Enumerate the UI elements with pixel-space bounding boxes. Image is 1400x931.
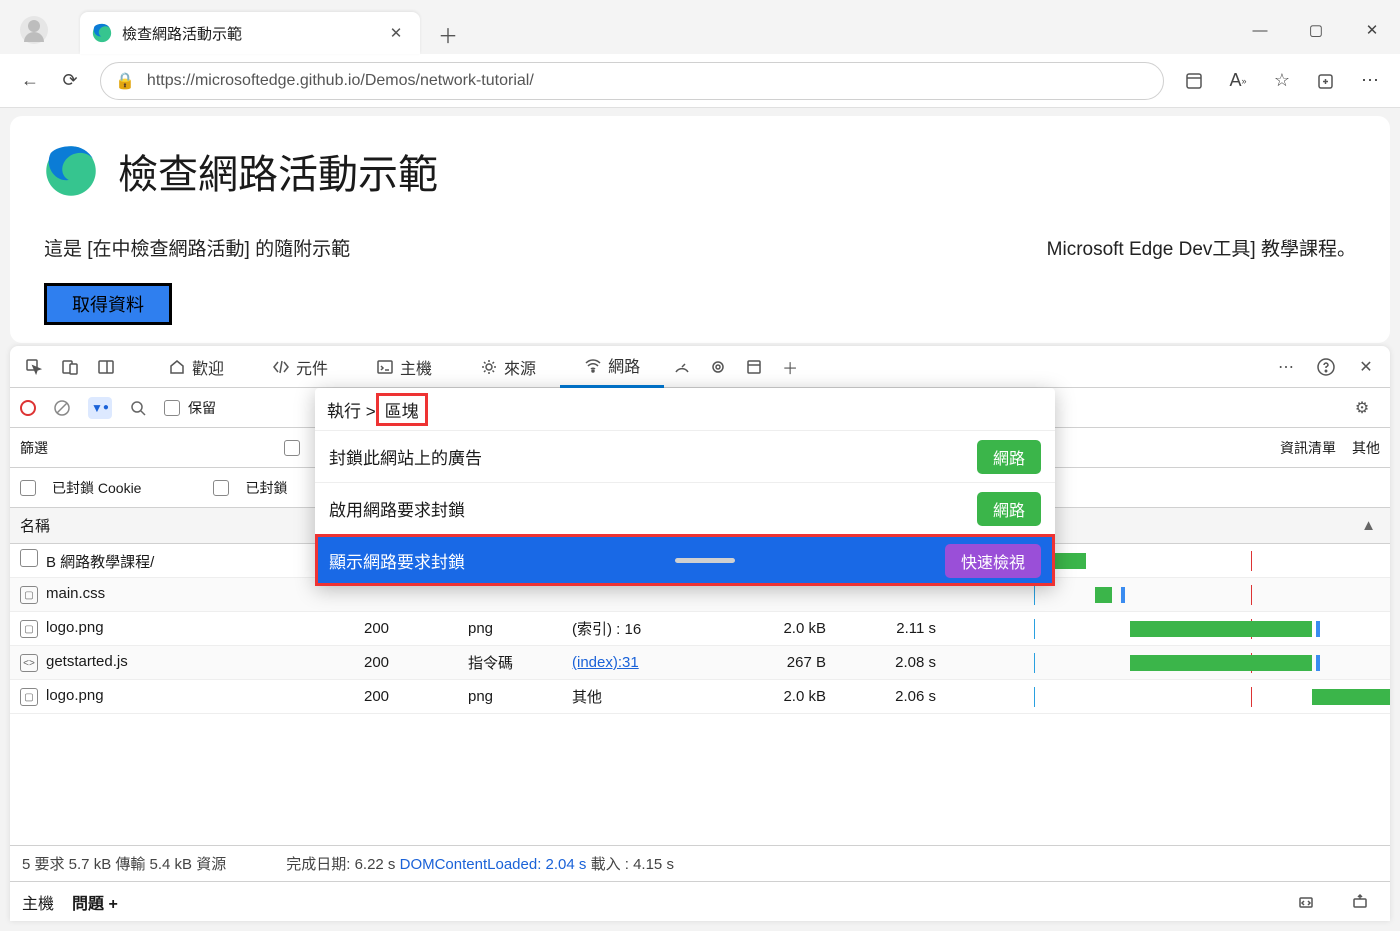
table-row[interactable]: ▢logo.png200png(索引) : 162.0 kB2.11 s [10,612,1390,646]
elements-tab[interactable]: 元件 [248,346,352,388]
preserve-log-checkbox[interactable] [164,400,180,416]
app-available-icon[interactable] [1174,61,1214,101]
status-requests: 5 要求 5.7 kB 傳輸 5.4 kB 資源 [22,853,226,874]
window-controls: — ▢ ✕ [1232,10,1400,50]
url-field[interactable]: 🔒 https://microsoftedge.github.io/Demos/… [100,62,1164,100]
network-settings-button[interactable]: ⚙ [1344,390,1380,426]
filter-toggle[interactable]: ▼● [88,397,112,419]
welcome-tab[interactable]: 歡迎 [144,346,248,388]
tab-close-button[interactable]: ✕ [382,19,410,47]
file-icon: <> [20,654,38,672]
drawer-collapse-icon[interactable] [1342,884,1378,920]
search-button[interactable] [120,390,156,426]
col-name[interactable]: 名稱 [10,515,364,536]
tab-title: 檢查網路活動示範 [122,23,382,44]
back-button[interactable]: ← [10,61,50,101]
other-filter-label[interactable]: 其他 [1352,438,1380,458]
minimize-button[interactable]: — [1232,10,1288,50]
lock-icon: 🔒 [115,71,135,91]
browser-titlebar: 檢查網路活動示範 ✕ ＋ — ▢ ✕ [0,0,1400,54]
command-menu-query-highlight: 區塊 [376,393,428,426]
drawer-expand-icon[interactable] [1288,884,1324,920]
network-status-bar: 5 要求 5.7 kB 傳輸 5.4 kB 資源 完成日期: 6.22 s DO… [10,845,1390,881]
file-icon: ▢ [20,620,38,638]
collections-icon[interactable] [1306,61,1346,101]
get-data-button[interactable]: 取得資料 [44,283,172,325]
file-icon: ▢ [20,688,38,706]
command-menu-item[interactable]: 封鎖此網站上的廣告網路 [315,430,1055,482]
command-menu: 執行 > 區塊 封鎖此網站上的廣告網路啟用網路要求封鎖網路顯示網路要求封鎖快速檢… [315,388,1055,586]
more-tools-button[interactable]: ⋯ [1268,349,1304,385]
edge-icon [92,23,112,43]
devtools-drawer: 主機 問題 + [10,881,1390,921]
command-category-pill: 網路 [977,440,1041,474]
close-devtools-button[interactable]: ✕ [1348,349,1384,385]
drawer-issues-tab[interactable]: 問題 + [72,890,118,914]
command-menu-item[interactable]: 顯示網路要求封鎖快速檢視 [315,534,1055,586]
page-text-left: 這是 [在中檢查網路活動] 的隨附示範 [44,234,350,261]
more-tabs-button[interactable]: ＋ [772,349,808,385]
drag-handle-icon [675,558,735,563]
menu-button[interactable]: ⋯ [1350,61,1390,101]
memory-tab-icon[interactable] [700,349,736,385]
record-button[interactable] [20,400,36,416]
command-category-pill: 快速檢視 [945,544,1041,578]
console-tab[interactable]: 主機 [352,346,456,388]
blocked-requests-label: 已封鎖 [245,478,287,498]
command-menu-item[interactable]: 啟用網路要求封鎖網路 [315,482,1055,534]
help-button[interactable] [1308,349,1344,385]
read-aloud-icon[interactable]: A» [1218,61,1258,101]
file-icon: ▢ [20,586,38,604]
devtools-tabstrip: 歡迎 元件 主機 來源 網路 ＋ ⋯ ✕ [10,346,1390,388]
filter-label: 篩選 [20,438,48,458]
edge-logo-icon [44,144,98,198]
device-emulation-icon[interactable] [52,349,88,385]
page-content: 檢查網路活動示範 這是 [在中檢查網路活動] 的隨附示範 Microsoft E… [10,116,1390,343]
drawer-console-tab[interactable]: 主機 [22,890,54,914]
dock-side-icon[interactable] [88,349,124,385]
new-tab-button[interactable]: ＋ [432,18,464,50]
favorites-icon[interactable]: ☆ [1262,61,1302,101]
blocked-cookies-label: 已封鎖 Cookie [52,478,141,498]
command-menu-input[interactable]: 執行 > 區塊 [315,388,1055,430]
clear-button[interactable] [44,390,80,426]
sources-tab[interactable]: 來源 [456,346,560,388]
info-manifest-label[interactable]: 資訊清單 [1280,438,1336,458]
profile-avatar[interactable] [20,16,48,44]
blocked-cookies-checkbox[interactable] [20,480,36,496]
sort-arrow-icon: ▲ [1361,517,1376,534]
browser-tab[interactable]: 檢查網路活動示範 ✕ [80,12,420,54]
table-row[interactable]: <>getstarted.js200指令碼(index):31267 B2.08… [10,646,1390,680]
page-text-right: Microsoft Edge Dev工具] 教學課程。 [1047,234,1356,261]
network-tab[interactable]: 網路 [560,346,664,388]
maximize-button[interactable]: ▢ [1288,10,1344,50]
address-bar: ← ⟳ 🔒 https://microsoftedge.github.io/De… [0,54,1400,108]
status-finish: 完成日期: 6.22 s DOMContentLoaded: 2.04 s 載入… [286,853,674,874]
command-category-pill: 網路 [977,492,1041,526]
refresh-button[interactable]: ⟳ [50,61,90,101]
blocked-requests-checkbox[interactable] [213,480,229,496]
performance-tab-icon[interactable] [664,349,700,385]
preserve-log-label: 保留 [188,398,216,418]
file-icon [20,549,38,567]
inspect-element-icon[interactable] [16,349,52,385]
close-window-button[interactable]: ✕ [1344,10,1400,50]
table-row[interactable]: ▢logo.png200png其他2.0 kB2.06 s [10,680,1390,714]
application-tab-icon[interactable] [736,349,772,385]
page-title: 檢查網路活動示範 [118,142,438,200]
url-text: https://microsoftedge.github.io/Demos/ne… [147,72,534,90]
invert-checkbox[interactable] [284,440,300,456]
